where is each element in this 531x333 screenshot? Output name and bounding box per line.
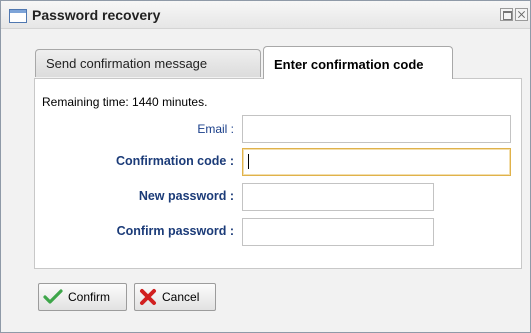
red-x-icon	[140, 289, 156, 305]
tab-enter-confirmation-code[interactable]: Enter confirmation code	[263, 46, 453, 79]
cancel-button-label: Cancel	[162, 290, 200, 304]
new-password-label: New password :	[138, 189, 234, 203]
email-label: Email :	[197, 122, 234, 136]
confirm-password-field[interactable]	[242, 218, 434, 246]
window-icon	[9, 9, 27, 23]
password-recovery-dialog: Password recovery Send confirmation mess…	[0, 0, 531, 333]
text-caret	[248, 154, 249, 169]
title-bar[interactable]: Password recovery	[1, 1, 530, 29]
confirm-button[interactable]: Confirm	[38, 283, 127, 311]
maximize-icon[interactable]	[500, 8, 513, 21]
confirmation-code-label: Confirmation code :	[115, 154, 234, 168]
tab-label: Send confirmation message	[46, 56, 208, 71]
email-field[interactable]	[242, 115, 511, 143]
confirm-password-label: Confirm password :	[116, 224, 234, 238]
close-icon[interactable]	[515, 8, 528, 21]
new-password-field[interactable]	[242, 183, 434, 211]
cancel-button[interactable]: Cancel	[134, 283, 216, 311]
tab-send-confirmation-message[interactable]: Send confirmation message	[35, 49, 261, 77]
confirm-button-label: Confirm	[68, 290, 111, 304]
confirmation-code-field[interactable]	[242, 148, 511, 176]
checkmark-icon	[43, 289, 63, 304]
remaining-time-text: Remaining time: 1440 minutes.	[42, 95, 208, 109]
dialog-title: Password recovery	[32, 7, 161, 23]
tab-label: Enter confirmation code	[274, 57, 424, 72]
